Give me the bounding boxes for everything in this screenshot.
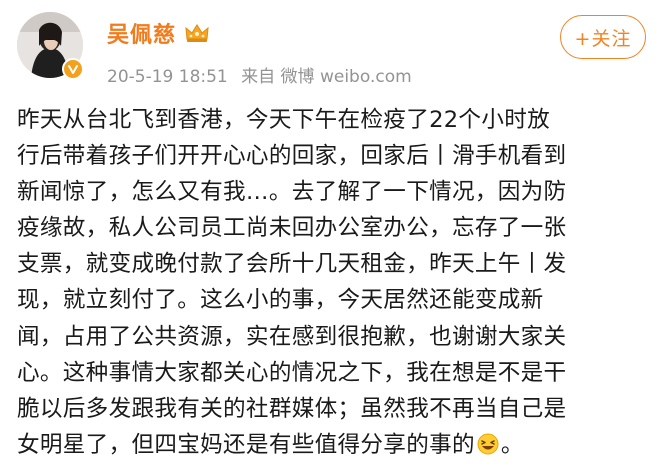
post-body-line: 疫缘故，私人公司员工尚未回办公室办公，忘存了一张 — [17, 215, 567, 242]
post-body: 昨天从台北飞到香港，今天下午在检疫了22个小时放 行后带着孩子们开开心心的回家，… — [17, 102, 647, 463]
post-body-line: 心。这种事情大家都关心的情况之下，我在想是不是干 — [17, 359, 567, 386]
post-body-line: 昨天从台北飞到香港，今天下午在检疫了22个小时放 — [17, 107, 551, 133]
post-source: 来自 微博 weibo.com — [241, 67, 412, 87]
post-body-line: 支票，就变成晚付款了会所十几天租金，昨天上午丨发 — [17, 251, 567, 278]
post-body-line: 现，就立刻付了。这么小的事，今天居然还能变成新 — [17, 287, 544, 314]
laughing-emoji-icon — [477, 430, 499, 455]
username[interactable]: 吴佩慈 — [107, 17, 176, 49]
username-row: 吴佩慈 — [107, 17, 210, 49]
follow-button[interactable]: +关注 — [560, 15, 646, 59]
post-body-line: 新闻惊了，怎么又有我…。去了解了一下情况，因为防 — [17, 179, 567, 206]
post-meta: 20-5-19 18:51 来自 微博 weibo.com — [107, 62, 420, 87]
post-body-line: 闻，占用了公共资源，实在感到很抱歉，也谢谢大家关 — [17, 323, 567, 350]
post-timestamp[interactable]: 20-5-19 18:51 — [107, 67, 228, 87]
verified-badge-icon — [62, 58, 84, 80]
post-body-last-line: 女明星了，但四宝妈还是有些值得分享的事的。 — [17, 427, 647, 463]
post-body-line: 脆以后多发跟我有关的社群媒体；虽然我不再当自己是 — [17, 395, 567, 422]
post-body-line: 行后带着孩子们开开心心的回家，回家后丨滑手机看到 — [17, 143, 567, 170]
crown-icon[interactable] — [184, 22, 210, 44]
post-body-end: 。 — [500, 431, 524, 458]
weibo-post: 吴佩慈 20-5-19 18:51 来自 微博 weibo.com +关注 昨天… — [0, 0, 658, 470]
post-body-line-text: 女明星了，但四宝妈还是有些值得分享的事的 — [17, 431, 475, 458]
